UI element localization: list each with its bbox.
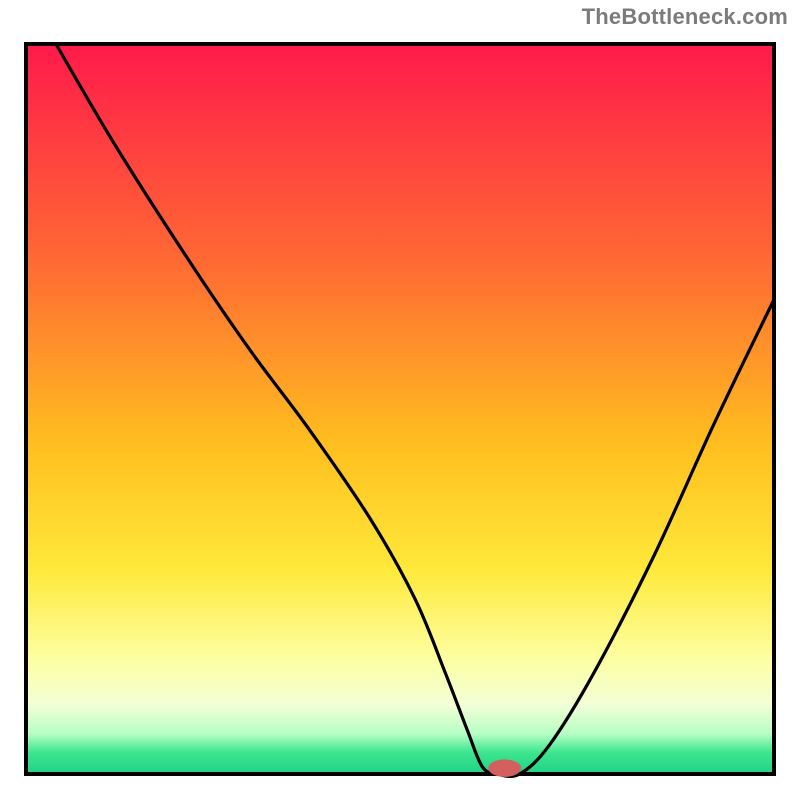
attribution-label: TheBottleneck.com bbox=[582, 4, 788, 30]
plot-area bbox=[26, 44, 774, 777]
optimum-marker bbox=[488, 759, 521, 777]
gradient-backdrop bbox=[26, 44, 774, 774]
bottleneck-chart bbox=[12, 30, 788, 788]
chart-frame: TheBottleneck.com bbox=[0, 0, 800, 800]
